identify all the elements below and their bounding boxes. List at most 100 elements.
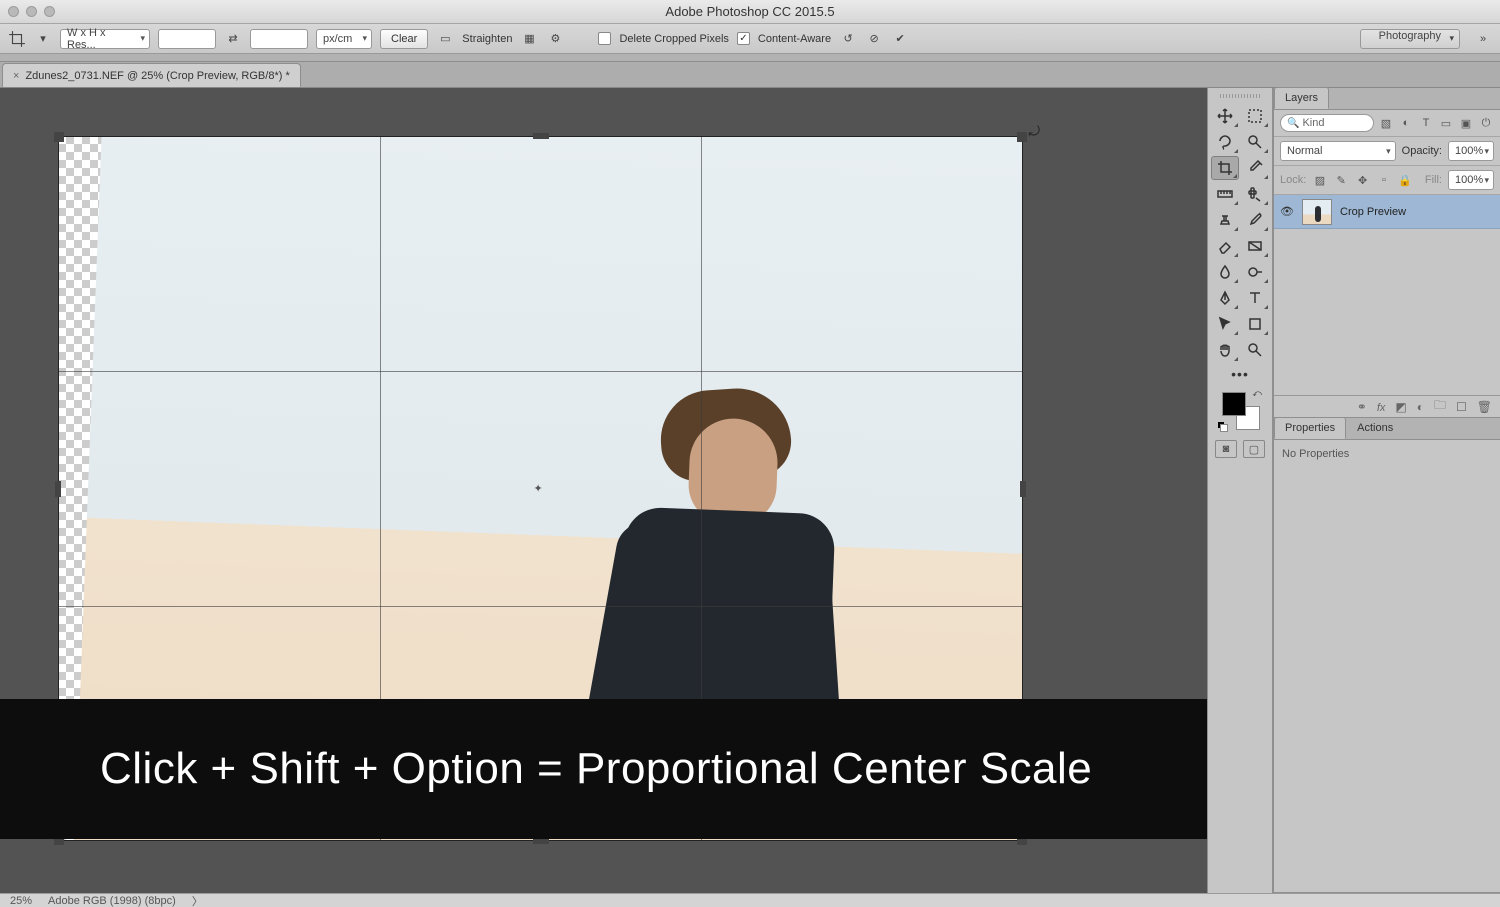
- status-chevron-icon[interactable]: 〉: [192, 893, 203, 907]
- layer-visibility-icon[interactable]: 👁: [1280, 205, 1294, 218]
- lock-pixels-icon[interactable]: ✎: [1334, 173, 1349, 187]
- close-tab-icon[interactable]: ×: [13, 70, 19, 82]
- type-tool[interactable]: [1241, 286, 1269, 310]
- straighten-icon[interactable]: ▭: [436, 30, 454, 48]
- clone-stamp-tool[interactable]: [1211, 208, 1239, 232]
- brush-tool[interactable]: [1241, 208, 1269, 232]
- quick-mask-icon[interactable]: ◙: [1215, 440, 1237, 458]
- panel-grip-icon[interactable]: [1220, 94, 1260, 98]
- eraser-tool[interactable]: [1211, 234, 1239, 258]
- filter-type-icon[interactable]: T: [1418, 116, 1434, 130]
- right-panel-column: Layers 🔍 Kind ▧ ◐ T ▭ ▣ ⏻ Normal Opacity…: [1273, 88, 1500, 893]
- lock-position-icon[interactable]: ✥: [1355, 173, 1370, 187]
- layer-name[interactable]: Crop Preview: [1340, 206, 1406, 218]
- instruction-text: Click + Shift + Option = Proportional Ce…: [100, 744, 1092, 794]
- shape-tool[interactable]: [1241, 312, 1269, 336]
- crop-handle-top-left[interactable]: [54, 132, 64, 142]
- quick-select-tool[interactable]: [1241, 130, 1269, 154]
- tab-layers[interactable]: Layers: [1274, 87, 1329, 109]
- screen-mode-icon[interactable]: ▢: [1243, 440, 1265, 458]
- layer-row[interactable]: 👁 Crop Preview: [1274, 195, 1500, 229]
- layer-fx-icon[interactable]: fx: [1377, 400, 1386, 414]
- swap-dimensions-icon[interactable]: ⇄: [224, 30, 242, 48]
- resolution-units-select[interactable]: px/cm: [316, 29, 372, 49]
- search-icon[interactable]: »: [1474, 30, 1492, 48]
- canvas-area[interactable]: ⤾ Click + Shift + Option = Proportional …: [0, 88, 1207, 893]
- delete-cropped-label: Delete Cropped Pixels: [619, 33, 728, 45]
- reset-crop-icon[interactable]: ↺: [839, 30, 857, 48]
- workspace-select[interactable]: Photography: [1360, 29, 1460, 49]
- clear-button[interactable]: Clear: [380, 29, 428, 49]
- crop-handle-top[interactable]: [533, 133, 549, 139]
- foreground-color-swatch[interactable]: [1222, 392, 1246, 416]
- layer-filter-select[interactable]: 🔍 Kind: [1280, 114, 1374, 132]
- adjustment-layer-icon[interactable]: ◐: [1417, 400, 1424, 414]
- color-swatches[interactable]: ⤺: [1220, 390, 1260, 430]
- overlay-grid-icon[interactable]: ▦: [520, 30, 538, 48]
- pen-tool[interactable]: [1211, 286, 1239, 310]
- crop-handle-left[interactable]: [55, 481, 61, 497]
- new-layer-icon[interactable]: ☐: [1456, 400, 1467, 414]
- move-tool[interactable]: [1211, 104, 1239, 128]
- fill-input[interactable]: 100%: [1448, 170, 1494, 190]
- straighten-label[interactable]: Straighten: [462, 33, 512, 45]
- tab-properties[interactable]: Properties: [1274, 417, 1346, 439]
- crop-width-input[interactable]: [158, 29, 216, 49]
- lock-all-icon[interactable]: 🔒: [1398, 173, 1413, 187]
- ratio-preset-select[interactable]: W x H x Res...: [60, 29, 150, 49]
- layer-buttons: ⚭ fx ◩ ◐ 🗀 ☐ 🗑: [1274, 395, 1500, 417]
- gradient-tool[interactable]: [1241, 234, 1269, 258]
- lock-transparency-icon[interactable]: ▨: [1312, 173, 1327, 187]
- filter-pixel-icon[interactable]: ▧: [1378, 116, 1394, 130]
- hand-tool[interactable]: [1211, 338, 1239, 362]
- rotate-cursor-icon: ⤾: [1028, 123, 1040, 140]
- healing-brush-tool[interactable]: [1241, 182, 1269, 206]
- crop-tool-icon: [8, 30, 26, 48]
- crop-center-icon: [534, 482, 548, 496]
- properties-empty-text: No Properties: [1282, 448, 1349, 460]
- lock-label: Lock:: [1280, 174, 1306, 186]
- delete-cropped-checkbox[interactable]: [598, 32, 611, 45]
- crop-options-gear-icon[interactable]: ⚙: [546, 30, 564, 48]
- swap-colors-icon[interactable]: ⤺: [1252, 388, 1262, 399]
- status-profile[interactable]: Adobe RGB (1998) (8bpc): [48, 895, 176, 907]
- ruler-frame-tool[interactable]: [1211, 182, 1239, 206]
- eyedropper-tool[interactable]: [1241, 156, 1269, 180]
- layer-mask-icon[interactable]: ◩: [1395, 400, 1406, 414]
- crop-tool[interactable]: [1211, 156, 1239, 180]
- blur-tool[interactable]: [1211, 260, 1239, 284]
- document-tab[interactable]: × Zdunes2_0731.NEF @ 25% (Crop Preview, …: [2, 63, 301, 87]
- layer-group-icon[interactable]: 🗀: [1434, 396, 1446, 417]
- filter-smart-icon[interactable]: ▣: [1458, 116, 1474, 130]
- status-zoom[interactable]: 25%: [10, 895, 32, 907]
- path-select-tool[interactable]: [1211, 312, 1239, 336]
- filter-shape-icon[interactable]: ▭: [1438, 116, 1454, 130]
- crop-handle-right[interactable]: [1020, 481, 1026, 497]
- preset-chevron-icon[interactable]: ▾: [34, 30, 52, 48]
- commit-crop-icon[interactable]: ✔: [891, 30, 909, 48]
- edit-toolbar-icon[interactable]: •••: [1231, 366, 1249, 382]
- link-layers-icon[interactable]: ⚭: [1357, 400, 1367, 414]
- layers-tab-row: Layers: [1274, 88, 1500, 110]
- filter-toggle-icon[interactable]: ⏻: [1478, 116, 1494, 130]
- delete-layer-icon[interactable]: 🗑: [1477, 400, 1492, 414]
- lasso-tool[interactable]: [1211, 130, 1239, 154]
- zoom-tool[interactable]: [1241, 338, 1269, 362]
- cancel-crop-icon[interactable]: ⊘: [865, 30, 883, 48]
- blend-mode-select[interactable]: Normal: [1280, 141, 1396, 161]
- crop-handle-top-right[interactable]: [1017, 132, 1027, 142]
- tab-actions[interactable]: Actions: [1346, 417, 1404, 439]
- opacity-label: Opacity:: [1402, 145, 1442, 157]
- marquee-tool[interactable]: [1241, 104, 1269, 128]
- crop-height-input[interactable]: [250, 29, 308, 49]
- lock-artboard-icon[interactable]: ▫: [1376, 173, 1391, 187]
- crop-grid-line: [59, 606, 1022, 607]
- dodge-tool[interactable]: [1241, 260, 1269, 284]
- crop-grid-line: [59, 371, 1022, 372]
- default-colors-icon[interactable]: [1218, 422, 1228, 432]
- opacity-input[interactable]: 100%: [1448, 141, 1494, 161]
- filter-adjust-icon[interactable]: ◐: [1398, 116, 1414, 130]
- instruction-overlay: Click + Shift + Option = Proportional Ce…: [0, 699, 1207, 839]
- layer-thumbnail[interactable]: [1302, 199, 1332, 225]
- content-aware-checkbox[interactable]: ✓: [737, 32, 750, 45]
